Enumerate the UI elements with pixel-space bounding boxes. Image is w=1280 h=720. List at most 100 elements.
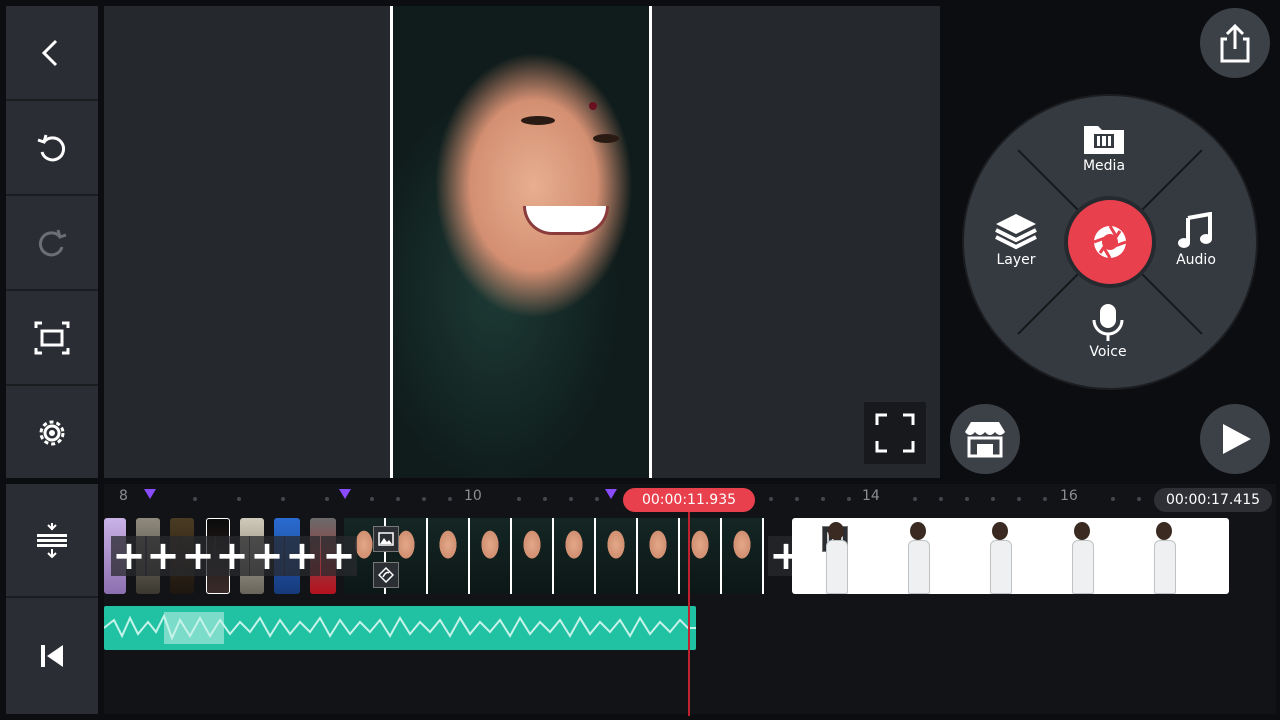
undo-icon	[37, 134, 66, 161]
fullscreen-button[interactable]	[864, 402, 926, 464]
record-camera-button[interactable]	[1064, 196, 1156, 288]
media-label: Media	[1082, 158, 1126, 174]
share-button[interactable]	[1200, 8, 1270, 78]
clip-frame	[822, 522, 850, 594]
ruler-label: 14	[862, 488, 880, 504]
crop-button[interactable]	[6, 291, 98, 386]
clip-frame	[680, 518, 722, 594]
ruler-tick	[517, 497, 521, 501]
bookmark-marker[interactable]	[144, 489, 156, 499]
ruler-tick	[325, 497, 329, 501]
current-time-badge: 00:00:11.935	[623, 488, 755, 512]
skip-to-start-button[interactable]	[6, 598, 98, 714]
clip-frame	[512, 518, 554, 594]
preview-eye-right	[593, 134, 619, 143]
music-note-icon	[1178, 212, 1212, 248]
video-clip-white[interactable]	[792, 518, 1229, 594]
ruler-tick	[396, 497, 400, 501]
back-arrow-icon	[41, 39, 58, 66]
total-time-badge: 00:00:17.415	[1154, 488, 1272, 512]
ruler-tick	[569, 497, 573, 501]
settings-gear-icon	[39, 420, 65, 445]
voice-button[interactable]: Voice	[1088, 302, 1128, 360]
fullscreen-icon	[875, 413, 915, 453]
video-preview[interactable]	[390, 6, 652, 478]
ruler-tick	[939, 497, 943, 501]
ruler-tick	[913, 497, 917, 501]
ruler-tick	[193, 497, 197, 501]
clip-frame	[904, 522, 932, 594]
add-transition-button[interactable]: +	[214, 536, 250, 576]
clip-frame	[596, 518, 638, 594]
split-timeline-icon	[37, 523, 67, 558]
ruler-label: 10	[464, 488, 482, 504]
add-transition-button[interactable]: +	[111, 536, 147, 576]
media-folder-icon	[1084, 126, 1124, 154]
clip-frame	[470, 518, 512, 594]
ruler-tick	[543, 497, 547, 501]
ruler-tick	[991, 497, 995, 501]
ruler-tick	[448, 497, 452, 501]
ruler-tick	[769, 497, 773, 501]
add-transition-button[interactable]: +	[145, 536, 181, 576]
share-export-icon	[1220, 23, 1250, 63]
ruler-tick	[795, 497, 799, 501]
settings-button[interactable]	[6, 386, 98, 479]
ruler-label: 16	[1060, 488, 1078, 504]
add-transition-button[interactable]: +	[180, 536, 216, 576]
clip-frame	[638, 518, 680, 594]
preview-eye-left	[521, 116, 555, 125]
microphone-icon	[1092, 304, 1124, 341]
preview-smile	[523, 206, 609, 235]
layer-button[interactable]: Layer	[994, 212, 1038, 268]
undo-button[interactable]	[6, 101, 98, 196]
ruler-tick	[370, 497, 374, 501]
store-icon	[965, 422, 1005, 458]
clip-frame	[428, 518, 470, 594]
redo-icon	[38, 229, 67, 256]
ruler-tick	[237, 497, 241, 501]
ruler-tick	[847, 497, 851, 501]
bookmark-marker[interactable]	[339, 489, 351, 499]
skip-to-start-icon	[41, 645, 63, 667]
asset-store-button[interactable]	[950, 404, 1020, 474]
bookmark-marker[interactable]	[605, 489, 617, 499]
ruler-tick	[595, 497, 599, 501]
video-clip-main[interactable]	[344, 518, 782, 594]
left-timeline-toolbar	[6, 484, 98, 714]
play-icon	[1223, 424, 1251, 454]
ruler-tick	[821, 497, 825, 501]
split-button[interactable]	[6, 484, 98, 598]
audio-waveform	[104, 612, 696, 644]
play-button[interactable]	[1200, 404, 1270, 474]
clip-frame	[554, 518, 596, 594]
playhead[interactable]	[688, 512, 690, 716]
ruler-tick	[965, 497, 969, 501]
audio-button[interactable]: Audio	[1176, 212, 1216, 268]
redo-button[interactable]	[6, 196, 98, 291]
ruler-tick	[1137, 497, 1141, 501]
back-button[interactable]	[6, 6, 98, 101]
ruler-tick	[1111, 497, 1115, 501]
animation-clip-icon	[373, 562, 399, 588]
ruler-tick	[422, 497, 426, 501]
audio-track[interactable]	[104, 606, 696, 650]
ruler-tick	[281, 497, 285, 501]
clip-frame	[1068, 522, 1096, 594]
add-transition-button[interactable]: +	[321, 536, 357, 576]
clip-frame	[986, 522, 1014, 594]
crop-frame-icon	[34, 321, 70, 354]
layers-icon	[995, 214, 1037, 250]
voice-label: Voice	[1089, 344, 1127, 360]
camera-shutter-icon	[1093, 225, 1127, 259]
add-transition-button[interactable]: +	[284, 536, 320, 576]
clip-frame	[1150, 522, 1178, 594]
ruler-tick	[1017, 497, 1021, 501]
image-clip-icon	[373, 526, 399, 552]
layer-label: Layer	[996, 252, 1036, 268]
left-toolbar	[6, 6, 98, 478]
clip-frame	[722, 518, 764, 594]
audio-label: Audio	[1176, 252, 1216, 268]
media-button[interactable]: Media	[1082, 122, 1126, 174]
add-transition-button[interactable]: +	[249, 536, 285, 576]
